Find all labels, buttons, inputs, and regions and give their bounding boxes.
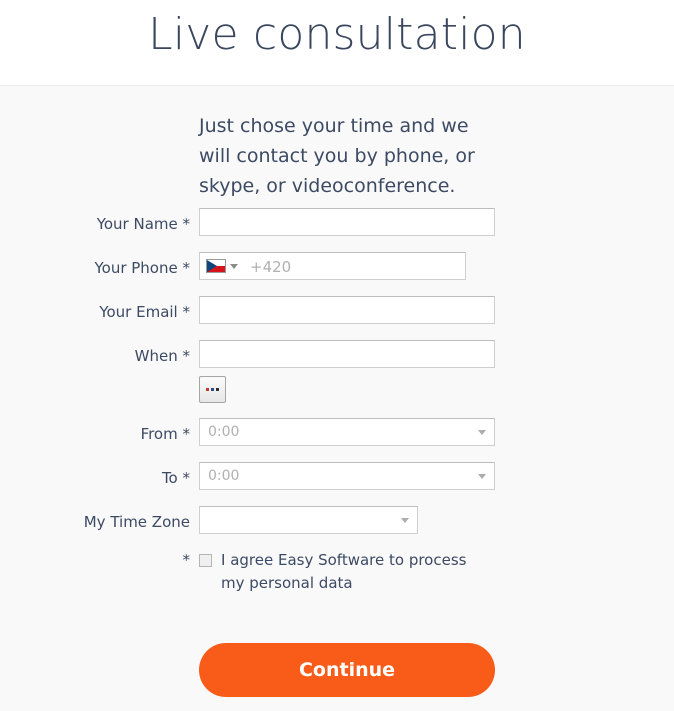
intro-text: Just chose your time and we will contact… [199, 115, 475, 197]
live-consultation-page: Live consultation Just chose your time a… [0, 0, 674, 711]
phone-input[interactable] [248, 253, 467, 281]
chevron-down-icon [478, 430, 486, 435]
label-your-name: Your Name * [96, 215, 190, 233]
dot-icon-1 [206, 388, 209, 391]
field-wrap-timezone [199, 506, 418, 534]
dot-icon-3 [216, 388, 219, 391]
form-row-phone: Your Phone * [0, 252, 674, 296]
submit-row: Continue [199, 643, 495, 697]
timezone-select[interactable] [199, 506, 418, 534]
form-row-name: Your Name * [0, 208, 674, 252]
label-when: When * [134, 347, 190, 365]
form-row-from: From * 0:00 [0, 418, 674, 462]
page-header: Live consultation [0, 0, 674, 86]
consultation-form: Your Name * Your Phone * +420 Your Email… [0, 208, 674, 550]
from-time-select[interactable]: 0:00 [199, 418, 495, 446]
name-input[interactable] [199, 208, 495, 236]
field-wrap-from: 0:00 [199, 418, 495, 446]
form-row-date-picker [0, 376, 674, 418]
field-wrap-name [199, 208, 495, 236]
when-input[interactable] [199, 340, 495, 368]
field-wrap-when [199, 340, 495, 368]
field-wrap-phone [199, 252, 467, 281]
form-row-when: When * [0, 340, 674, 376]
date-picker-button[interactable] [199, 376, 226, 403]
label-your-phone: Your Phone * [94, 259, 190, 277]
page-title: Live consultation [148, 9, 526, 60]
consent-required-mark: * [182, 551, 191, 569]
consent-label: I agree Easy Software to process my pers… [221, 551, 467, 592]
email-input[interactable] [199, 296, 495, 324]
form-row-to: To * 0:00 [0, 462, 674, 506]
form-row-timezone: My Time Zone [0, 506, 674, 550]
consent-row: * I agree Easy Software to process my pe… [0, 549, 674, 599]
dot-icon-2 [211, 388, 214, 391]
consent-checkbox[interactable] [199, 554, 212, 567]
czech-republic-flag-icon [206, 259, 226, 273]
phone-field [199, 252, 467, 281]
form-row-email: Your Email * [0, 296, 674, 340]
continue-button[interactable]: Continue [199, 643, 495, 697]
label-my-time-zone: My Time Zone [83, 513, 190, 531]
chevron-down-icon [401, 518, 409, 523]
label-from: From * [140, 425, 190, 443]
country-selector-button[interactable] [200, 253, 246, 279]
label-to: To * [161, 469, 190, 487]
chevron-down-icon [230, 263, 238, 269]
chevron-down-icon [478, 474, 486, 479]
from-time-value: 0:00 [208, 424, 240, 440]
field-wrap-email [199, 296, 495, 324]
field-wrap-to: 0:00 [199, 462, 495, 490]
to-time-select[interactable]: 0:00 [199, 462, 495, 490]
label-your-email: Your Email * [99, 303, 190, 321]
to-time-value: 0:00 [208, 468, 240, 484]
